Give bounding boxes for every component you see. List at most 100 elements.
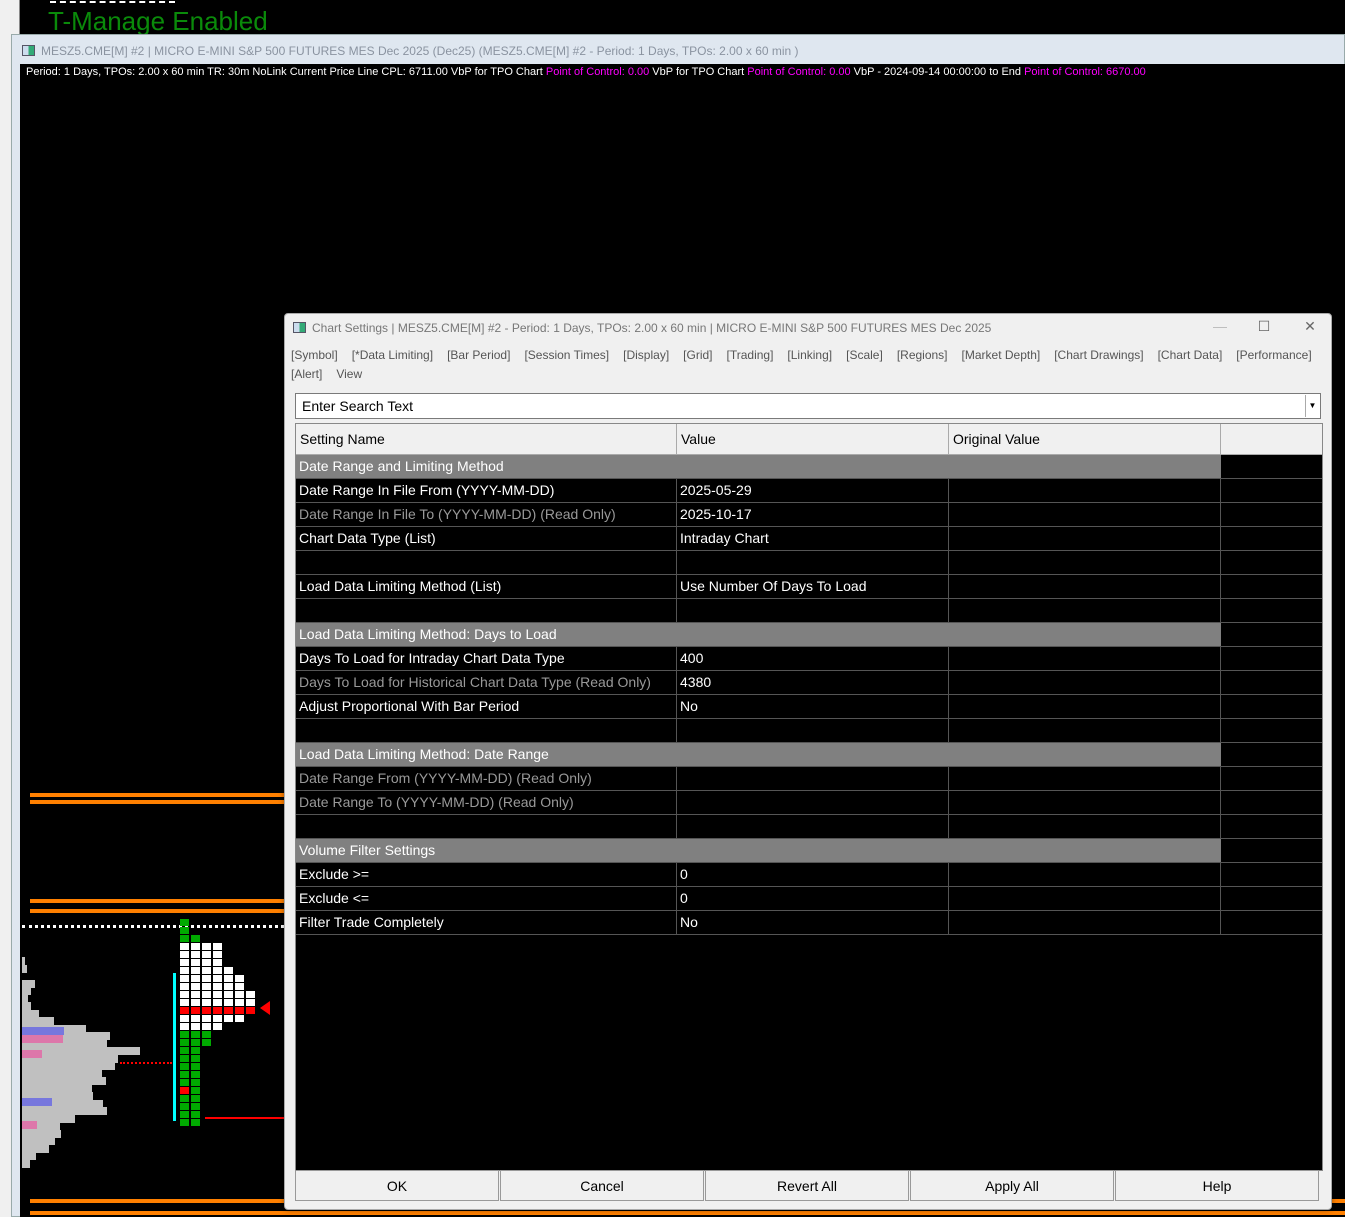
setting-row[interactable]: Chart Data Type (List) Intraday Chart	[296, 527, 1322, 551]
tpo-block	[180, 935, 189, 942]
setting-row[interactable]: Load Data Limiting Method (List) Use Numb…	[296, 575, 1322, 599]
cell-extra	[1221, 671, 1322, 695]
column-header-value[interactable]: Value	[677, 424, 949, 455]
tab-bar-period[interactable]: [Bar Period]	[447, 348, 510, 362]
chart-title-text: MESZ5.CME[M] #2 | MICRO E-MINI S&P 500 F…	[41, 44, 799, 58]
tpo-block	[191, 1047, 200, 1054]
cell-extra	[1221, 767, 1322, 791]
cancel-button[interactable]: Cancel	[500, 1170, 704, 1201]
setting-value[interactable]: Intraday Chart	[677, 527, 949, 551]
setting-row[interactable]: Adjust Proportional With Bar Period No	[296, 695, 1322, 719]
volume-bar-highlight	[22, 1050, 42, 1058]
setting-row[interactable]: Exclude >= 0	[296, 863, 1322, 887]
close-button[interactable]: ✕	[1295, 318, 1325, 335]
tab-session-times[interactable]: [Session Times]	[524, 348, 609, 362]
group-header-row[interactable]: Load Data Limiting Method: Days to Load	[296, 623, 1322, 647]
original-value	[949, 887, 1221, 911]
tpo-block	[202, 1023, 211, 1030]
tpo-block	[213, 967, 222, 974]
tab-symbol[interactable]: [Symbol]	[291, 348, 338, 362]
tab-regions[interactable]: [Regions]	[897, 348, 948, 362]
setting-value[interactable]: 0	[677, 887, 949, 911]
column-header-original-value[interactable]: Original Value	[949, 424, 1221, 455]
tab-chart-drawings[interactable]: [Chart Drawings]	[1054, 348, 1143, 362]
setting-value[interactable]: No	[677, 911, 949, 935]
tab-chart-data[interactable]: [Chart Data]	[1158, 348, 1223, 362]
chart-window-title[interactable]: MESZ5.CME[M] #2 | MICRO E-MINI S&P 500 F…	[22, 44, 799, 58]
volume-bar-highlight	[22, 1098, 52, 1106]
setting-row[interactable]: Date Range From (YYYY-MM-DD) (Read Only)	[296, 767, 1322, 791]
apply-all-button[interactable]: Apply All	[910, 1170, 1114, 1201]
tpo-block	[235, 975, 244, 982]
tab-grid[interactable]: [Grid]	[683, 348, 712, 362]
setting-name	[296, 815, 677, 839]
setting-row[interactable]: Date Range In File To (YYYY-MM-DD) (Read…	[296, 503, 1322, 527]
tpo-block	[191, 1055, 200, 1062]
setting-row[interactable]: Days To Load for Intraday Chart Data Typ…	[296, 647, 1322, 671]
help-button[interactable]: Help	[1115, 1170, 1319, 1201]
tpo-block	[180, 1119, 189, 1126]
volume-bar	[22, 1159, 30, 1168]
tpo-block	[191, 1111, 200, 1118]
tpo-block	[213, 1023, 222, 1030]
maximize-button[interactable]: ☐	[1249, 318, 1279, 335]
setting-value[interactable]: Use Number Of Days To Load	[677, 575, 949, 599]
setting-row[interactable]: Date Range To (YYYY-MM-DD) (Read Only)	[296, 791, 1322, 815]
red-line	[205, 1117, 285, 1119]
tpo-block	[213, 991, 222, 998]
search-input[interactable]: Enter Search Text ▼	[295, 393, 1321, 419]
tpo-block	[202, 1039, 211, 1046]
volume-bar	[22, 964, 27, 973]
tab-linking[interactable]: [Linking]	[787, 348, 832, 362]
setting-row[interactable]: Date Range In File From (YYYY-MM-DD) 2025…	[296, 479, 1322, 503]
group-header-row[interactable]: Date Range and Limiting Method	[296, 455, 1322, 479]
tpo-block	[191, 943, 200, 950]
tpo-block	[191, 1007, 200, 1014]
tab-data-limiting[interactable]: [*Data Limiting]	[352, 348, 433, 362]
group-header-row[interactable]: Volume Filter Settings	[296, 839, 1322, 863]
setting-value[interactable]: 2025-05-29	[677, 479, 949, 503]
cell-extra	[1221, 863, 1322, 887]
tpo-block	[213, 951, 222, 958]
revert-all-button[interactable]: Revert All	[705, 1170, 909, 1201]
original-value	[949, 647, 1221, 671]
tpo-block	[180, 1111, 189, 1118]
tab-view[interactable]: View	[336, 367, 362, 381]
setting-name: Exclude >=	[296, 863, 677, 887]
setting-value[interactable]: 400	[677, 647, 949, 671]
column-header-setting-name[interactable]: Setting Name	[296, 424, 677, 455]
tpo-block	[224, 1015, 233, 1022]
orange-level-line	[30, 909, 285, 913]
tpo-block	[224, 967, 233, 974]
minimize-button[interactable]: —	[1205, 318, 1235, 334]
tab-scale[interactable]: [Scale]	[846, 348, 883, 362]
original-value	[949, 695, 1221, 719]
tab-trading[interactable]: [Trading]	[727, 348, 774, 362]
dropdown-arrow-icon[interactable]: ▼	[1305, 395, 1319, 417]
poc-arrow-icon	[260, 1001, 270, 1015]
tpo-block	[202, 951, 211, 958]
setting-row[interactable]: Exclude <= 0	[296, 887, 1322, 911]
tab-alert[interactable]: [Alert]	[291, 367, 322, 381]
settings-tabs: [Symbol] [*Data Limiting] [Bar Period] [Ses…	[291, 346, 1331, 384]
setting-name: Date Range To (YYYY-MM-DD) (Read Only)	[296, 791, 677, 815]
setting-row[interactable]: Filter Trade Completely No	[296, 911, 1322, 935]
group-header-row[interactable]: Load Data Limiting Method: Date Range	[296, 743, 1322, 767]
tab-market-depth[interactable]: [Market Depth]	[962, 348, 1041, 362]
blank-row	[296, 719, 1322, 743]
group-name: Load Data Limiting Method: Date Range	[296, 743, 1221, 767]
info-text: VbP for TPO Chart	[649, 66, 748, 78]
setting-row[interactable]: Days To Load for Historical Chart Data T…	[296, 671, 1322, 695]
setting-value: 2025-10-17	[677, 503, 949, 527]
blank-row	[296, 815, 1322, 839]
setting-value[interactable]: No	[677, 695, 949, 719]
setting-value[interactable]: 0	[677, 863, 949, 887]
ok-button[interactable]: OK	[295, 1170, 499, 1201]
tpo-block	[213, 999, 222, 1006]
tab-display[interactable]: [Display]	[623, 348, 669, 362]
tpo-block	[246, 1007, 255, 1014]
chart-settings-dialog: Chart Settings | MESZ5.CME[M] #2 - Perio…	[284, 313, 1332, 1210]
tab-performance[interactable]: [Performance]	[1236, 348, 1311, 362]
tpo-block	[191, 1095, 200, 1102]
dialog-title[interactable]: Chart Settings | MESZ5.CME[M] #2 - Perio…	[293, 321, 991, 335]
